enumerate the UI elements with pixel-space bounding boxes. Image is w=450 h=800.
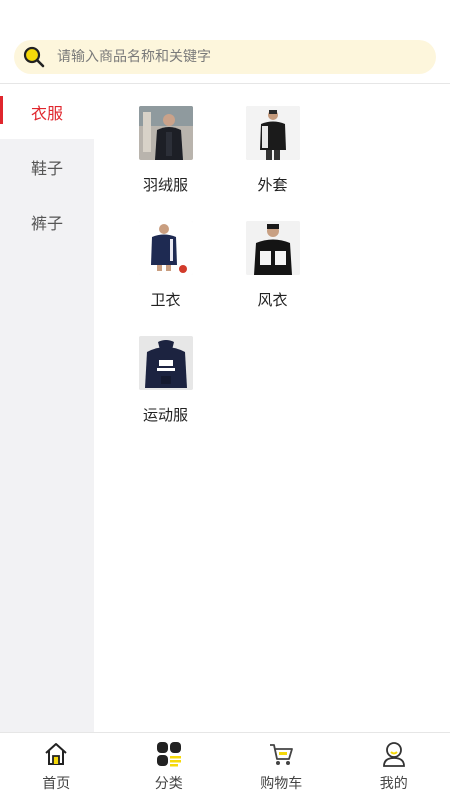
sidebar-item-shoes[interactable]: 鞋子 [0, 139, 94, 194]
tab-label: 首页 [42, 776, 71, 792]
tab-profile[interactable]: 我的 [338, 733, 450, 800]
tab-category[interactable]: 分类 [113, 733, 226, 800]
subcategory-panel: 羽绒服 外套 卫衣 风衣 运动服 [94, 84, 450, 732]
cart-icon [266, 739, 296, 769]
bottom-tab-bar: 首页 分类 购物车 我的 [0, 732, 450, 800]
tab-home[interactable]: 首页 [0, 733, 113, 800]
sidebar-item-pants[interactable]: 裤子 [0, 194, 94, 249]
subcategory-down-jacket[interactable]: 羽绒服 [112, 106, 219, 221]
tab-label: 分类 [154, 776, 183, 792]
subcategory-grid: 羽绒服 外套 卫衣 风衣 运动服 [112, 106, 432, 451]
subcategory-label: 风衣 [257, 291, 288, 309]
tab-label: 我的 [379, 776, 408, 792]
windbreaker-photo [245, 221, 300, 275]
search-header [0, 0, 450, 84]
subcategory-label: 卫衣 [150, 291, 181, 309]
search-input[interactable] [57, 49, 417, 65]
subcategory-label: 外套 [257, 176, 288, 194]
home-icon [41, 739, 71, 769]
tab-label: 购物车 [260, 776, 303, 792]
hoodie-photo [138, 221, 193, 275]
subcategory-label: 羽绒服 [142, 176, 188, 194]
jacket-photo [245, 106, 300, 160]
sidebar-item-label: 衣服 [30, 103, 63, 123]
sidebar-item-label: 裤子 [30, 213, 63, 233]
tab-cart[interactable]: 购物车 [225, 733, 338, 800]
subcategory-windbreaker[interactable]: 风衣 [219, 221, 326, 336]
down-jacket-photo [138, 106, 193, 160]
subcategory-hoodie[interactable]: 卫衣 [112, 221, 219, 336]
profile-icon [379, 739, 409, 769]
sportswear-photo [138, 336, 193, 390]
category-icon [154, 739, 184, 769]
sidebar-item-label: 鞋子 [30, 158, 63, 178]
search-bar[interactable] [14, 40, 436, 74]
category-sidebar: 衣服 鞋子 裤子 [0, 84, 94, 732]
search-icon[interactable] [21, 44, 47, 70]
subcategory-label: 运动服 [142, 406, 188, 424]
subcategory-sportswear[interactable]: 运动服 [112, 336, 219, 451]
subcategory-jacket[interactable]: 外套 [219, 106, 326, 221]
sidebar-item-clothes[interactable]: 衣服 [0, 84, 94, 139]
